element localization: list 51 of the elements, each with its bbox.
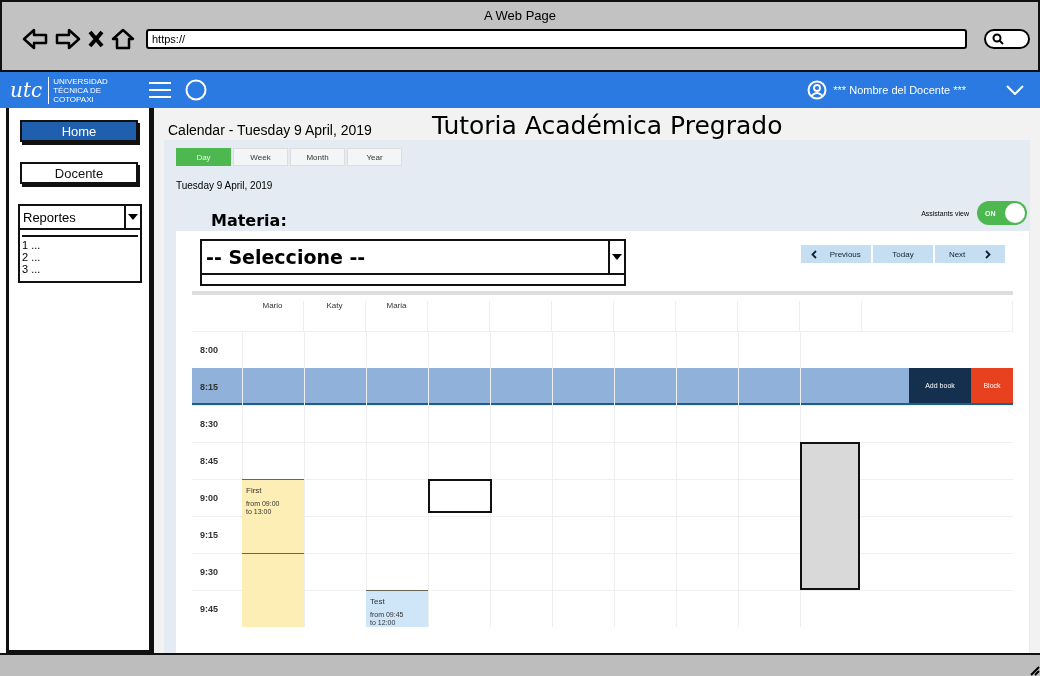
view-tab[interactable]: Month [290, 148, 345, 166]
sidebar-button[interactable]: Home [20, 120, 138, 142]
nav-button[interactable]: Today [873, 245, 933, 263]
placeholder-box [428, 479, 492, 513]
address-field[interactable]: https:// [146, 29, 967, 49]
list-item[interactable]: 2 ... [22, 251, 138, 263]
logo-mark: utc [10, 78, 43, 102]
person-name: Maria [386, 301, 407, 310]
university-name: UNIVERSIDAD TÉCNICA DE COTOPAXI [48, 76, 108, 104]
time-label: 9:00 [199, 492, 219, 503]
time-label: 8:45 [199, 455, 219, 466]
caret-icon [128, 214, 138, 220]
circle-icon[interactable] [185, 79, 207, 101]
user-name: *** Nombre del Docente *** [833, 84, 966, 96]
back-icon[interactable] [22, 28, 48, 50]
event-title: Test [370, 597, 386, 606]
window-title: A Web Page [482, 8, 557, 25]
time-label: 8:00 [199, 344, 219, 355]
chevron-left-icon [811, 249, 818, 259]
search-icon [992, 33, 1004, 45]
view-tab[interactable]: Week [233, 148, 288, 166]
chevron-right-icon [985, 249, 992, 259]
list-item[interactable]: 3 ... [22, 263, 138, 275]
subject-dropdown[interactable]: -- Seleccione -- [200, 239, 626, 275]
nav-button[interactable]: Next [935, 245, 1005, 263]
event-title: First [246, 486, 263, 495]
forward-icon[interactable] [55, 28, 81, 50]
chevron-down-icon[interactable] [1006, 85, 1024, 95]
calendar-title: Calendar - Tuesday 9 April, 2019 [168, 122, 372, 140]
user-icon[interactable] [807, 80, 828, 100]
time-label: 8:30 [199, 418, 219, 429]
sidebar-button[interactable]: Docente [20, 162, 138, 184]
caret-icon [612, 254, 622, 260]
search-field[interactable] [984, 29, 1030, 49]
time-label: 9:30 [199, 566, 219, 577]
resize-grip-icon [1028, 664, 1040, 676]
person-name: Mario [262, 301, 283, 310]
person-name: Katy [326, 301, 343, 310]
view-tab[interactable]: Year [347, 148, 402, 166]
time-label: 8:15 [199, 381, 219, 392]
close-icon[interactable] [88, 30, 104, 48]
time-label: 9:15 [199, 529, 219, 540]
date-label: Tuesday 9 April, 2019 [176, 180, 274, 191]
menu-icon[interactable] [149, 81, 171, 99]
time-label: 9:45 [199, 603, 219, 614]
list-item[interactable]: 1 ... [22, 239, 138, 251]
home-icon[interactable] [111, 28, 135, 50]
subject-label: Materia: [211, 211, 287, 231]
app-title: Tutoria Académica Pregrado [431, 112, 783, 140]
nav-button[interactable]: Previous [801, 245, 871, 263]
reports-dropdown[interactable]: Reportes [18, 204, 142, 230]
